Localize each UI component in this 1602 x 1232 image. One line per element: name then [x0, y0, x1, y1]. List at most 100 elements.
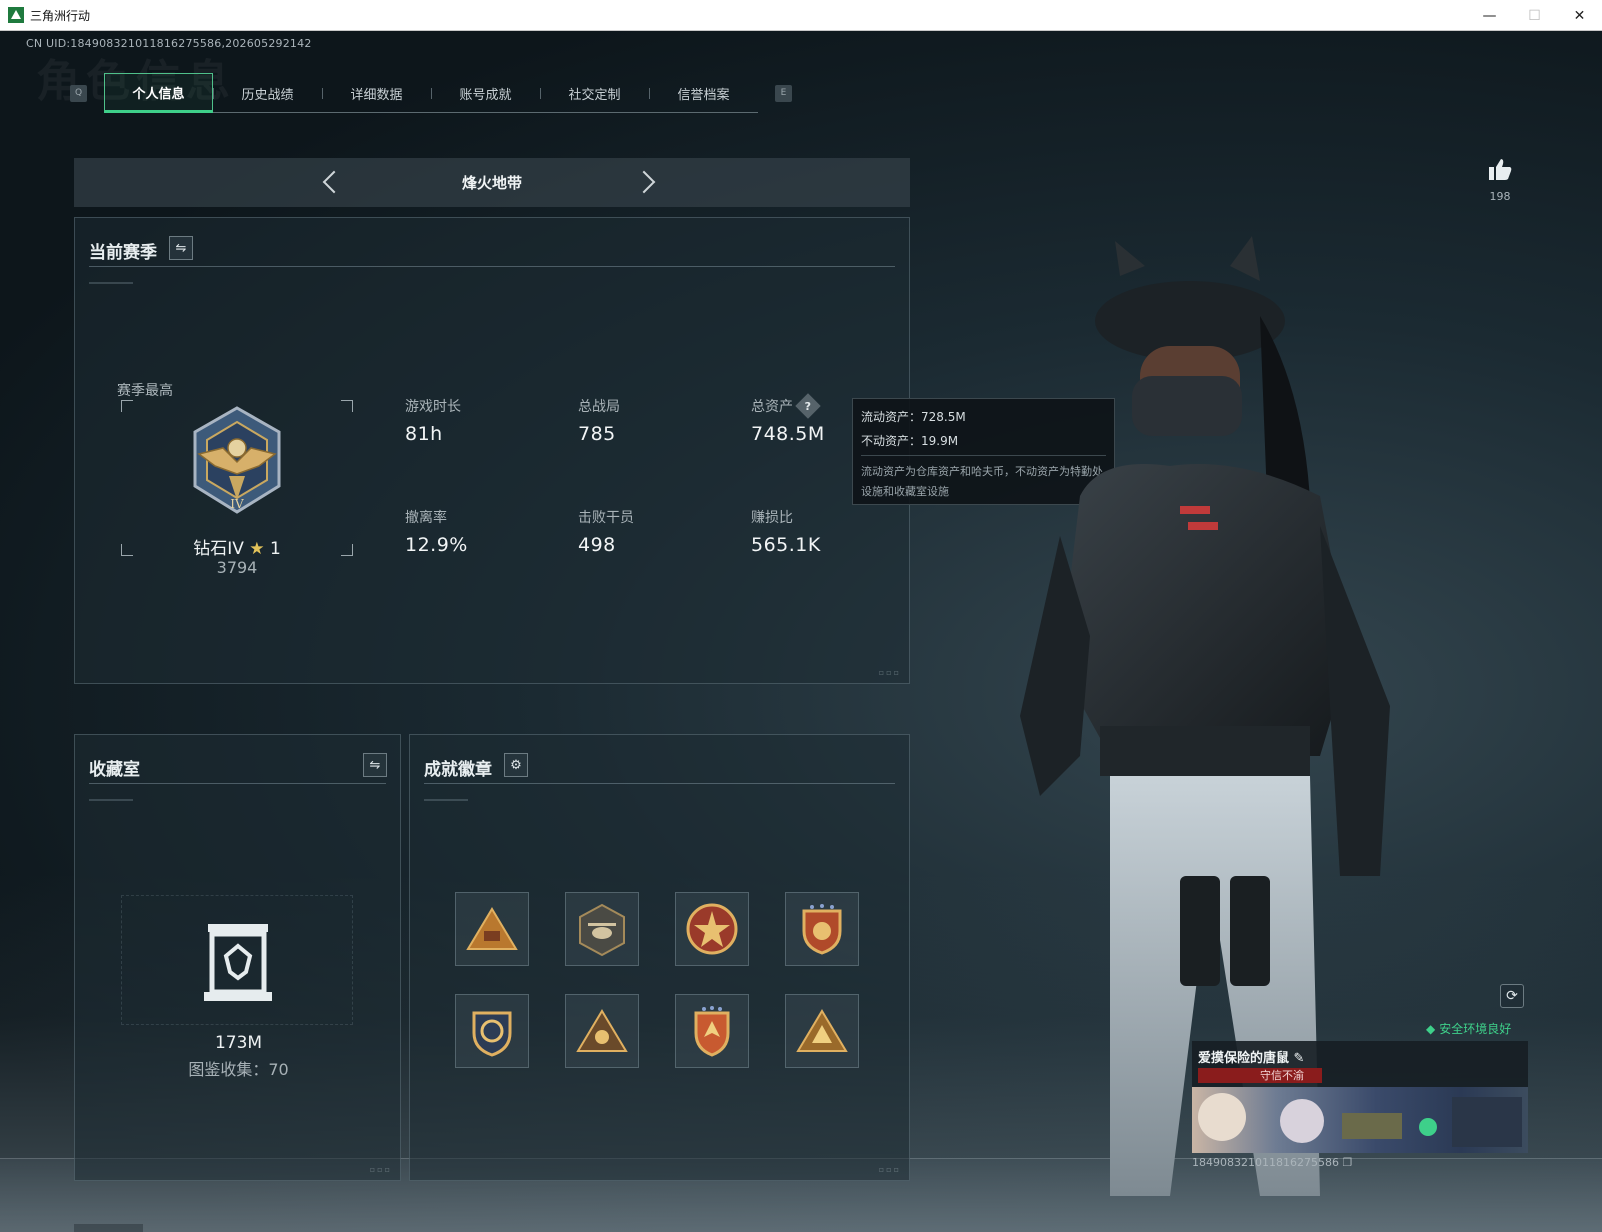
stat-value: 785: [578, 423, 616, 445]
credit-tag: 守信不渝: [1198, 1068, 1322, 1083]
svg-text:IV: IV: [230, 497, 244, 511]
tab-achievements[interactable]: 账号成就: [431, 73, 540, 113]
player-uid-row: 1849083210118162755​86 ❐: [1192, 1156, 1352, 1169]
thumbs-up-icon[interactable]: [1487, 156, 1513, 182]
badge-slot[interactable]: [455, 892, 529, 966]
maximize-button[interactable]: ☐: [1512, 0, 1557, 31]
help-icon[interactable]: ?: [795, 393, 821, 419]
divider: [424, 783, 895, 784]
stat-profit-ratio: 赚损比 565.1K: [751, 507, 911, 556]
corner-decoration: ▫▫▫: [878, 668, 901, 677]
mode-next-arrow-icon[interactable]: [632, 170, 656, 194]
stat-label: 总资产: [751, 399, 793, 415]
corner-decoration: ▫▫▫: [369, 1165, 392, 1174]
stat-total-matches: 总战局 785: [578, 396, 738, 445]
collection-value: 173M: [214, 1033, 263, 1053]
collection-panel[interactable]: 收藏室 ⇋ 173M 图鉴收集：70 ▫▫▫: [74, 734, 401, 1181]
stat-value: 12.9%: [405, 534, 468, 556]
copy-icon[interactable]: ❐: [1342, 1156, 1352, 1169]
player-uid: 1849083210118162755​86: [1192, 1156, 1339, 1169]
badge-slot[interactable]: [785, 994, 859, 1068]
divider: [89, 799, 133, 801]
tab-detailed-data[interactable]: 详细数据: [322, 73, 431, 113]
tab-personal-info[interactable]: 个人信息: [104, 73, 213, 113]
app-icon: [8, 7, 24, 23]
badge-shield-icon: [802, 904, 842, 955]
window-title: 三角洲行动: [30, 8, 91, 23]
badge-peak-icon: [796, 1009, 848, 1052]
safe-environment-status: ◆ 安全环境良好: [1426, 1020, 1511, 1037]
mode-prev-arrow-icon[interactable]: [322, 170, 346, 194]
badge-slot[interactable]: [565, 892, 639, 966]
player-name: 爱摸保险的唐鼠: [1198, 1051, 1290, 1066]
like-count: 198: [1489, 190, 1511, 203]
badge-slot[interactable]: [675, 892, 749, 966]
rank-star-count: 1: [269, 539, 281, 559]
game-viewport: 角色信息 CN UID:18490832101181627558​6,20260…: [0, 31, 1602, 1232]
stat-value: 498: [578, 534, 616, 556]
stat-value: 81h: [405, 423, 443, 445]
mode-title: 烽火地带: [461, 174, 522, 192]
badge-crest-icon: [472, 1011, 512, 1057]
rank-frame: IV: [121, 400, 353, 556]
prev-tab-key[interactable]: Q: [70, 84, 87, 102]
rank-name: 钻石IV: [193, 539, 244, 559]
stat-extraction-rate: 撤离率 12.9%: [405, 507, 565, 556]
settings-gear-icon[interactable]: ⚙: [504, 753, 528, 777]
badge-mountain-icon: [576, 1009, 628, 1052]
mode-selector: 烽火地带: [74, 158, 910, 207]
divider: [89, 282, 133, 284]
safe-environment-label: 安全环境良好: [1439, 1022, 1512, 1036]
tabs: 个人信息 历史战绩 详细数据 账号成就 社交定制 信誉档案: [104, 73, 758, 113]
divider: [424, 799, 468, 801]
player-name-row: 爱摸保险的唐鼠 ✎: [1198, 1047, 1304, 1066]
help-glyph: ?: [804, 399, 812, 413]
window-titlebar: 三角洲行动 — ☐ ✕: [0, 0, 1602, 31]
stat-label: 总战局: [578, 399, 620, 415]
stat-value: 565.1K: [751, 534, 821, 556]
tab-history[interactable]: 历史战绩: [213, 73, 322, 113]
badge-slot[interactable]: [675, 994, 749, 1068]
divider: [89, 783, 386, 784]
display-cabinet-icon: [204, 924, 272, 1001]
divider: [89, 266, 895, 267]
edit-pencil-icon[interactable]: ✎: [1294, 1051, 1305, 1066]
badge-helicopter-icon: [579, 903, 625, 957]
badge-slot[interactable]: [565, 994, 639, 1068]
rank-emblem-icon: IV: [193, 406, 281, 514]
player-card-banner: [1192, 1087, 1528, 1153]
minimize-button[interactable]: —: [1467, 0, 1512, 31]
rank-name-row: 钻石IV ★ 1: [75, 534, 399, 559]
badge-star-icon: [686, 903, 738, 955]
badge-wing-shield-icon: [694, 1006, 730, 1057]
collection-count: 图鉴收集：70: [188, 1060, 289, 1079]
season-best-label: 赛季最高: [117, 383, 173, 399]
badges-panel: 成就徽章 ⚙ ▫▫▫: [409, 734, 910, 1181]
badge-slot[interactable]: [785, 892, 859, 966]
season-switch-icon[interactable]: ⇋: [169, 236, 193, 260]
banner-art: [1198, 1093, 1522, 1147]
frame-corner: [121, 400, 133, 412]
star-icon: ★: [249, 539, 265, 559]
tab-social[interactable]: 社交定制: [540, 73, 649, 113]
shield-check-icon: ◆: [1426, 1021, 1436, 1036]
rank-score: 3794: [216, 558, 258, 577]
player-card[interactable]: 爱摸保险的唐鼠 ✎ 守信不渝: [1192, 1041, 1528, 1153]
stat-label: 赚损比: [751, 510, 793, 526]
collection-switch-icon[interactable]: ⇋: [363, 753, 387, 777]
tab-credit[interactable]: 信誉档案: [649, 73, 758, 113]
uid-line: CN UID:18490832101181627558​6,2026052921…: [26, 37, 312, 50]
next-tab-key[interactable]: E: [775, 84, 792, 102]
refresh-icon[interactable]: ⟳: [1500, 984, 1524, 1008]
close-button[interactable]: ✕: [1557, 0, 1602, 31]
badges-title: 成就徽章: [424, 760, 492, 780]
tab-bar: Q 个人信息 历史战绩 详细数据 账号成就 社交定制 信誉档案 E: [70, 73, 792, 113]
like-widget[interactable]: 198: [1480, 156, 1520, 203]
frame-corner: [341, 400, 353, 412]
stat-label: 撤离率: [405, 510, 447, 526]
cabinet-frame: [121, 895, 353, 1025]
back-button[interactable]: Esc 返回: [74, 1224, 143, 1232]
badge-slot[interactable]: [455, 994, 529, 1068]
stat-playtime: 游戏时长 81h: [405, 396, 565, 445]
stat-kills: 击败干员 498: [578, 507, 738, 556]
